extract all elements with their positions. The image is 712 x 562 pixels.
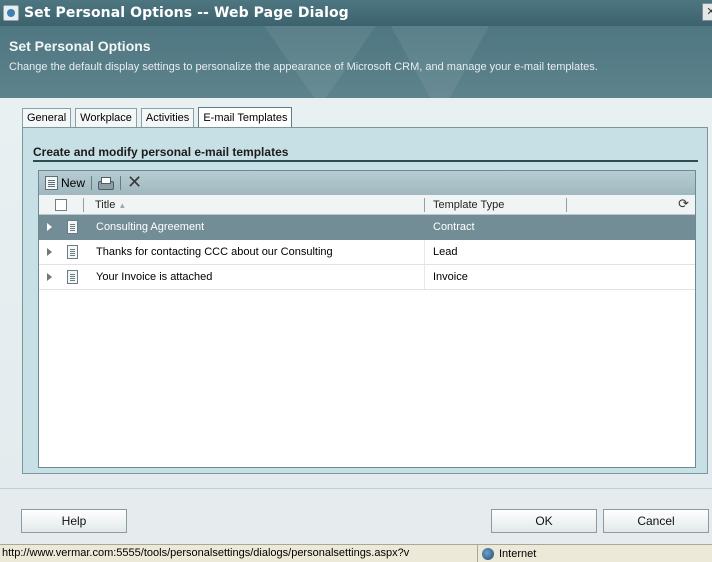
heading-divider (33, 160, 698, 162)
select-all-checkbox[interactable] (55, 199, 67, 211)
cell-divider (424, 215, 425, 239)
expand-row-icon[interactable] (47, 223, 52, 231)
tab-activities[interactable]: Activities (140, 108, 195, 128)
table-row[interactable]: Consulting Agreement Contract (39, 215, 695, 240)
expand-row-icon[interactable] (47, 273, 52, 281)
cell-divider (424, 240, 425, 264)
column-separator[interactable] (566, 198, 567, 212)
dialog-subtitle: Change the default display settings to p… (9, 61, 598, 73)
browser-status-bar: http://www.vermar.com:5555/tools/persona… (0, 544, 712, 562)
security-zone: Internet (478, 547, 537, 560)
row-title: Consulting Agreement (96, 221, 205, 233)
new-button-label: New (61, 176, 86, 190)
zone-label: Internet (499, 547, 537, 560)
cell-divider (424, 265, 425, 289)
tab-workplace[interactable]: Workplace (75, 108, 137, 128)
grid-column-header: Title ▲ Template Type ⟳ (39, 195, 695, 215)
row-title: Your Invoice is attached (96, 271, 213, 283)
grid-toolbar: New ✕ (39, 171, 695, 195)
close-window-button[interactable]: ✕ (702, 3, 712, 21)
row-template-type: Invoice (433, 271, 468, 283)
email-templates-panel: Create and modify personal e-mail templa… (22, 127, 708, 474)
table-row[interactable]: Your Invoice is attached Invoice (39, 265, 695, 290)
column-separator (83, 198, 84, 212)
tab-general[interactable]: General (22, 108, 72, 128)
sort-ascending-icon: ▲ (118, 201, 127, 210)
toolbar-separator (120, 176, 122, 190)
window-title: Set Personal Options -- Web Page Dialog (24, 5, 349, 21)
expand-row-icon[interactable] (47, 248, 52, 256)
email-template-icon (67, 245, 78, 259)
status-url: http://www.vermar.com:5555/tools/persona… (0, 545, 478, 562)
dialog-title: Set Personal Options (9, 38, 151, 54)
table-row[interactable]: Thanks for contacting CCC about our Cons… (39, 240, 695, 265)
refresh-icon[interactable]: ⟳ (678, 198, 689, 211)
email-template-icon (67, 270, 78, 284)
tab-bar: General Workplace Activities E-mail Temp… (22, 106, 296, 129)
print-icon[interactable] (98, 176, 115, 190)
templates-grid: New ✕ Title ▲ Template Type ⟳ Consulting … (38, 170, 696, 468)
toolbar-separator (91, 176, 93, 190)
help-button[interactable]: Help (21, 509, 127, 533)
grid-rows: Consulting Agreement Contract Thanks for… (39, 215, 695, 290)
new-template-button[interactable]: New (45, 176, 85, 190)
row-title: Thanks for contacting CCC about our Cons… (96, 246, 333, 258)
delete-icon[interactable]: ✕ (127, 174, 142, 192)
ok-button[interactable]: OK (491, 509, 597, 533)
dialog-footer: Help OK Cancel (0, 488, 712, 544)
column-header-title[interactable]: Title ▲ (95, 199, 126, 211)
ie-page-icon (3, 5, 19, 21)
column-header-template-type[interactable]: Template Type (433, 199, 504, 211)
row-template-type: Lead (433, 246, 458, 258)
dialog-header: Set Personal Options Change the default … (0, 26, 712, 98)
tab-email-templates[interactable]: E-mail Templates (198, 107, 293, 129)
row-template-type: Contract (433, 221, 475, 233)
cancel-button[interactable]: Cancel (603, 509, 709, 533)
email-template-icon (67, 220, 78, 234)
panel-heading: Create and modify personal e-mail templa… (33, 145, 289, 159)
column-separator[interactable] (424, 198, 425, 212)
new-template-icon (45, 176, 58, 190)
window-title-bar[interactable]: Set Personal Options -- Web Page Dialog … (0, 0, 712, 26)
globe-icon (482, 547, 494, 560)
